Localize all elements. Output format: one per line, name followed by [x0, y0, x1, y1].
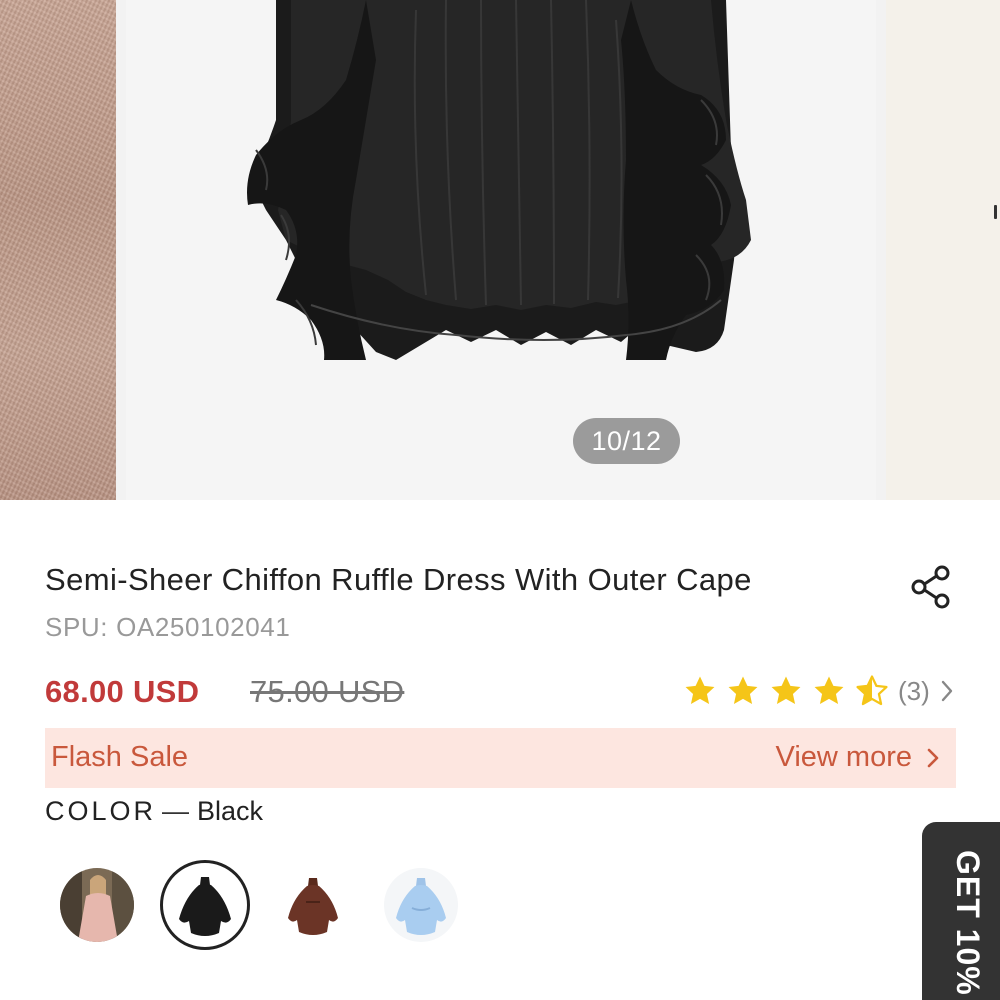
swatch-image	[60, 868, 134, 942]
spu-label: SPU:	[45, 612, 109, 642]
spu-value: OA250102041	[116, 612, 291, 642]
sale-price: 68.00 USD	[45, 674, 200, 709]
swatch-inner	[169, 869, 241, 941]
discount-promo-tab[interactable]: GET 10%	[922, 822, 1000, 1000]
color-swatch-light-blue[interactable]	[384, 868, 458, 942]
swatch-image	[169, 869, 241, 941]
star-icon	[728, 676, 758, 705]
color-label: COLOR	[45, 796, 157, 826]
original-price: 75.00 USD	[250, 674, 405, 709]
color-selector-label: COLOR — Black	[45, 796, 263, 827]
star-icon	[685, 676, 715, 705]
next-image-detail	[994, 205, 997, 219]
color-swatches	[60, 860, 480, 950]
view-more-link[interactable]: View more	[776, 741, 940, 774]
chevron-right-icon	[941, 680, 952, 702]
flash-sale-label: Flash Sale	[51, 741, 189, 773]
flash-sale-banner[interactable]: Flash Sale View more	[45, 728, 956, 788]
promo-text: GET 10%	[950, 850, 986, 996]
gallery-next-image[interactable]	[886, 0, 1000, 500]
color-swatch-model[interactable]	[60, 868, 134, 942]
swatch-image	[276, 868, 350, 942]
star-icon	[814, 676, 844, 705]
star-icon	[771, 676, 801, 705]
swatch-image	[384, 868, 458, 942]
color-separator: —	[162, 796, 190, 826]
product-spu: SPU: OA250102041	[45, 612, 290, 643]
share-icon	[911, 565, 950, 609]
color-swatch-black[interactable]	[160, 860, 250, 950]
half-star-icon	[856, 675, 888, 706]
selected-color: Black	[197, 796, 264, 826]
product-title: Semi-Sheer Chiffon Ruffle Dress With Out…	[45, 562, 752, 597]
share-button[interactable]	[906, 562, 956, 612]
chevron-right-icon	[927, 748, 939, 767]
product-rating[interactable]: (3)	[683, 672, 956, 710]
review-count: (3)	[898, 675, 930, 706]
view-more-label: View more	[775, 741, 912, 773]
dress-image	[247, 0, 751, 360]
gallery-previous-image[interactable]	[0, 0, 116, 500]
product-image-gallery[interactable]: 10/12	[0, 0, 1000, 500]
gallery-current-image[interactable]: 10/12	[126, 0, 876, 500]
color-swatch-brown[interactable]	[276, 868, 350, 942]
gallery-counter: 10/12	[573, 418, 680, 464]
